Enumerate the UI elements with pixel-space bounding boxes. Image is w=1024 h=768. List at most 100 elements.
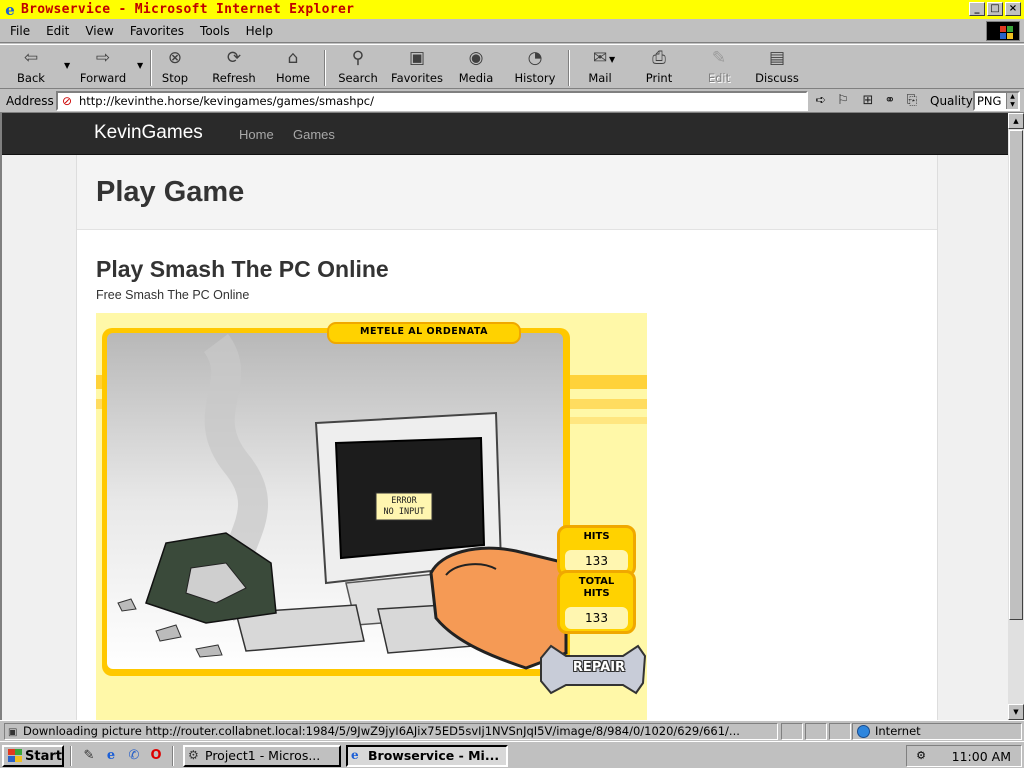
menu-help[interactable]: Help <box>238 24 281 38</box>
forward-dropdown-icon[interactable]: ▼ <box>137 61 143 70</box>
windows-logo-icon <box>986 21 1020 41</box>
page-title: Play Game <box>96 176 245 208</box>
menu-file[interactable]: File <box>0 24 38 38</box>
edit-icon: ✎ <box>711 48 727 68</box>
window-title: Browservice - Microsoft Internet Explore… <box>21 2 355 17</box>
address-bar: Address ⊘ http://kevinthe.horse/kevingam… <box>0 89 1024 113</box>
stop-button[interactable]: ⊗ Stop <box>160 48 190 88</box>
toolbar-separator <box>324 50 326 86</box>
zone-label: Internet <box>875 724 921 738</box>
search-button[interactable]: ⚲ Search <box>338 48 378 88</box>
status-bar: ▣ Downloading picture http://router.coll… <box>0 720 1024 741</box>
stop-label: Stop <box>161 71 189 85</box>
vb-project-icon: ⚙ <box>188 748 199 762</box>
menu-tools[interactable]: Tools <box>192 24 238 38</box>
maximize-button[interactable]: □ <box>987 2 1003 16</box>
taskbar-browservice-label: Browservice - Mi... <box>368 748 500 763</box>
taskbar-separator <box>172 746 174 766</box>
edit-label: Edit <box>707 71 731 85</box>
game-subtitle: Free Smash The PC Online <box>96 288 250 302</box>
forward-label: Forward <box>79 71 127 85</box>
menu-edit[interactable]: Edit <box>38 24 77 38</box>
nav-games-link[interactable]: Games <box>293 127 335 142</box>
game-frame[interactable]: METELE AL ORDENATA ERROR NO INPUT HITS 1… <box>96 313 647 720</box>
status-pane <box>829 723 851 740</box>
address-field[interactable]: ⊘ http://kevinthe.horse/kevingames/games… <box>56 91 808 111</box>
error-text: ERROR <box>391 496 417 506</box>
status-text-pane: ▣ Downloading picture http://router.coll… <box>4 723 778 740</box>
volume-icon[interactable]: ⚙ <box>913 748 929 764</box>
scroll-down-icon[interactable]: ▼ <box>1008 704 1024 720</box>
quality-label: Quality <box>930 94 973 108</box>
bookmark-icon[interactable]: ⚐ <box>834 92 852 110</box>
game-scene[interactable] <box>96 313 647 720</box>
hits-label: HITS <box>583 531 610 542</box>
back-button[interactable]: ⇦ Back <box>14 48 48 88</box>
favorites-label: Favorites <box>391 71 443 85</box>
quality-select[interactable]: PNG ▲ ▼ <box>973 91 1020 111</box>
favorites-button[interactable]: ▣ Favorites <box>391 48 443 88</box>
total-hits-value: 133 <box>565 607 628 629</box>
edit-button[interactable]: ✎ Edit <box>705 48 733 88</box>
mail-icon: ✉ <box>592 48 608 68</box>
site-brand[interactable]: KevinGames <box>94 122 203 144</box>
menu-favorites[interactable]: Favorites <box>122 24 192 38</box>
home-button[interactable]: ⌂ Home <box>276 48 310 88</box>
ie-quicklaunch-icon[interactable]: e <box>102 747 120 765</box>
mail-label: Mail <box>588 71 612 85</box>
stop-icon: ⊗ <box>167 48 183 68</box>
clipboard-icon[interactable]: ⎘ <box>903 92 921 110</box>
back-dropdown-icon[interactable]: ▼ <box>64 61 70 70</box>
browser-viewport: KevinGames Home Games Play Game Play Sma… <box>0 113 1008 720</box>
favorites-folder-icon: ▣ <box>408 48 426 68</box>
vertical-scrollbar[interactable]: ▲ ▼ <box>1008 113 1024 720</box>
repair-label[interactable]: REPAIR <box>554 660 644 675</box>
history-button[interactable]: ◔ History <box>514 48 556 88</box>
forward-button[interactable]: ⇨ Forward <box>80 48 126 88</box>
discuss-label: Discuss <box>755 71 799 85</box>
site-navbar: KevinGames Home Games <box>2 113 1008 155</box>
media-button[interactable]: ◉ Media <box>459 48 494 88</box>
refresh-label: Refresh <box>212 71 256 85</box>
discuss-button[interactable]: ▤ Discuss <box>755 48 799 88</box>
go-arrow-icon[interactable]: ➪ <box>812 92 830 110</box>
taskbar-browservice[interactable]: e Browservice - Mi... <box>346 745 508 767</box>
address-url[interactable]: http://kevinthe.horse/kevingames/games/s… <box>79 94 374 108</box>
opera-icon[interactable]: O <box>147 747 165 765</box>
stripe <box>566 399 647 409</box>
desktop-icon[interactable]: ✎ <box>80 747 98 765</box>
quality-spinner-icon[interactable]: ▲ ▼ <box>1006 93 1018 109</box>
forward-arrow-icon: ⇨ <box>95 48 111 68</box>
start-button[interactable]: Start <box>2 745 64 767</box>
game-title: Play Smash The PC Online <box>96 256 389 282</box>
total-hits-label: TOTAL <box>578 576 615 587</box>
stripe <box>566 375 647 389</box>
mail-button[interactable]: ✉ Mail <box>586 48 614 88</box>
toolbar-separator <box>150 50 152 86</box>
minimize-button[interactable]: _ <box>969 2 985 16</box>
nav-home-link[interactable]: Home <box>239 127 274 142</box>
mail-dropdown-icon[interactable]: ▼ <box>609 55 615 64</box>
windows-flag-icon <box>7 749 22 763</box>
outlook-icon[interactable]: ✆ <box>125 747 143 765</box>
zoom-icon[interactable]: ⊞ <box>859 92 877 110</box>
history-label: History <box>514 71 556 85</box>
menu-view[interactable]: View <box>77 24 121 38</box>
title-bar: e Browservice - Microsoft Internet Explo… <box>0 0 1024 19</box>
system-tray: ⚙ 11:00 AM <box>906 745 1022 767</box>
scroll-thumb[interactable] <box>1009 130 1023 620</box>
history-icon: ◔ <box>527 48 543 68</box>
close-button[interactable]: × <box>1005 2 1021 16</box>
refresh-icon: ⟳ <box>226 48 242 68</box>
no-input-text: NO INPUT <box>383 507 425 517</box>
find-icon[interactable]: ⚭ <box>881 92 899 110</box>
home-label: Home <box>276 71 310 85</box>
discuss-icon: ▤ <box>768 48 786 68</box>
page-container: Play Game Play Smash The PC Online Free … <box>76 155 938 720</box>
taskbar-project1[interactable]: ⚙ Project1 - Micros... <box>183 745 341 767</box>
start-label: Start <box>25 748 62 764</box>
search-icon: ⚲ <box>351 48 365 68</box>
scroll-up-icon[interactable]: ▲ <box>1008 113 1024 129</box>
refresh-button[interactable]: ⟳ Refresh <box>212 48 256 88</box>
print-button[interactable]: ⎙ Print <box>644 48 674 88</box>
